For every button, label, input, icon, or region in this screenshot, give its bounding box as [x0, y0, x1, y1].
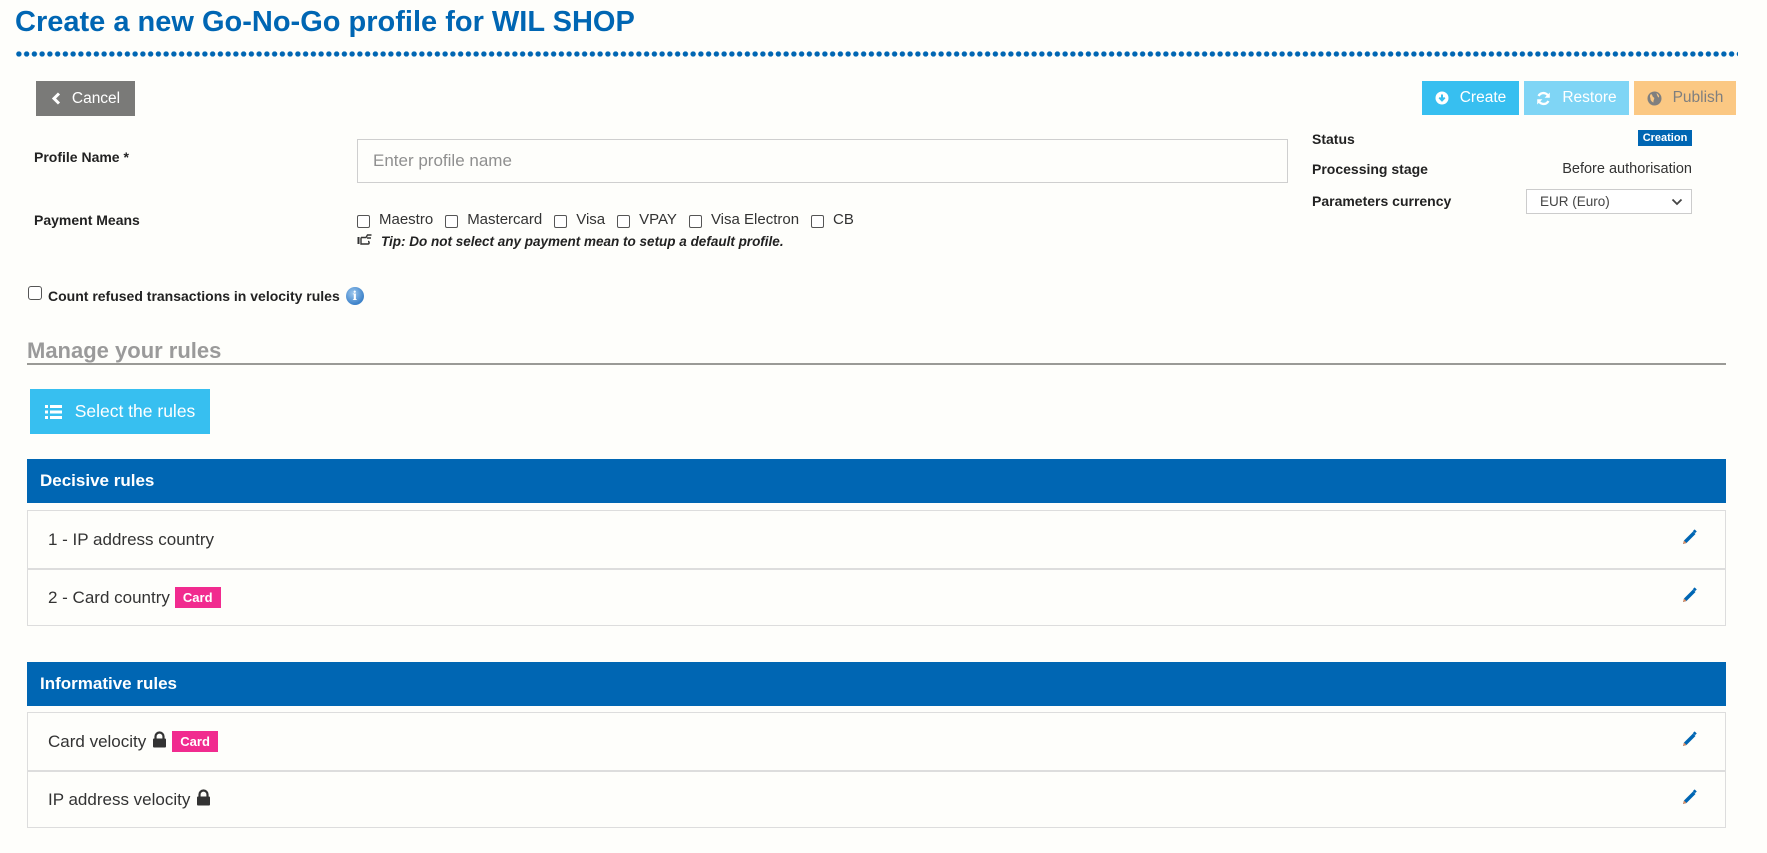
- count-refused-checkbox[interactable]: [28, 286, 42, 300]
- checkbox[interactable]: [357, 215, 370, 228]
- payment-mean-cb[interactable]: CB: [811, 211, 854, 228]
- select-rules-button[interactable]: Select the rules: [30, 389, 210, 434]
- rule-name: 1 - IP address country: [48, 529, 214, 549]
- hand-pointer-icon: [357, 234, 373, 249]
- payment-means-group: Maestro Mastercard Visa VPAY Visa Electr…: [357, 211, 866, 228]
- checkbox[interactable]: [445, 215, 459, 228]
- informative-rules-header: Informative rules: [27, 662, 1726, 706]
- count-refused-label: Count refused transactions in velocity r…: [48, 288, 340, 304]
- edit-pencil-icon[interactable]: [1681, 528, 1698, 551]
- restore-label: Restore: [1562, 89, 1617, 106]
- lock-icon: [152, 730, 167, 753]
- option-label: Visa Electron: [710, 211, 800, 228]
- lock-icon: [196, 788, 211, 811]
- payment-means-label: Payment Means: [34, 212, 140, 228]
- informative-rules-list: Card velocity Card IP address velocity: [27, 712, 1726, 828]
- payment-mean-visa-electron[interactable]: Visa Electron: [688, 211, 800, 228]
- tip-text: Tip: Do not select any payment mean to s…: [381, 234, 784, 249]
- chevron-down-icon: [1671, 194, 1683, 209]
- info-icon[interactable]: i: [345, 287, 364, 305]
- decisive-rules-list: 1 - IP address country 2 - Card country Ca…: [27, 510, 1726, 626]
- payment-mean-vpay[interactable]: VPAY: [617, 211, 677, 228]
- payment-mean-maestro[interactable]: Maestro: [357, 211, 433, 228]
- create-label: Create: [1459, 89, 1507, 106]
- manage-rules-heading: Manage your rules: [27, 338, 222, 363]
- edit-pencil-icon[interactable]: [1681, 730, 1698, 753]
- rule-row: IP address velocity: [28, 770, 1725, 827]
- rule-name: IP address velocity: [48, 789, 191, 809]
- profile-name-label: Profile Name *: [34, 149, 129, 165]
- option-label: CB: [833, 211, 854, 228]
- publish-label: Publish: [1672, 89, 1724, 106]
- refresh-icon: [1536, 91, 1551, 106]
- currency-label: Parameters currency: [1312, 193, 1452, 209]
- option-label: Visa: [576, 211, 606, 228]
- payment-tip: Tip: Do not select any payment mean to s…: [357, 234, 784, 249]
- card-tag: Card: [172, 731, 218, 752]
- globe-icon: [1647, 91, 1662, 106]
- cancel-button[interactable]: Cancel: [36, 81, 135, 116]
- restore-button[interactable]: Restore: [1524, 81, 1629, 115]
- currency-value: EUR (Euro): [1540, 194, 1610, 209]
- cancel-label: Cancel: [71, 89, 121, 107]
- option-label: Maestro: [379, 211, 434, 228]
- processing-stage-label: Processing stage: [1312, 161, 1428, 177]
- option-label: Mastercard: [467, 211, 543, 228]
- create-button[interactable]: Create: [1422, 81, 1519, 115]
- payment-mean-mastercard[interactable]: Mastercard: [445, 211, 542, 228]
- status-label: Status: [1312, 131, 1355, 147]
- edit-pencil-icon[interactable]: [1681, 788, 1698, 811]
- edit-pencil-icon[interactable]: [1681, 586, 1698, 609]
- rule-row: 1 - IP address country: [28, 511, 1725, 568]
- status-badge: Creation: [1638, 130, 1692, 146]
- checkbox[interactable]: [811, 215, 825, 228]
- circle-arrow-down-icon: [1435, 91, 1449, 105]
- processing-stage-value: Before authorisation: [1562, 161, 1692, 177]
- option-label: VPAY: [639, 211, 677, 228]
- card-tag: Card: [174, 587, 221, 608]
- payment-mean-visa[interactable]: Visa: [554, 211, 605, 228]
- decisive-rules-header: Decisive rules: [27, 459, 1726, 503]
- checkbox[interactable]: [617, 215, 631, 228]
- list-icon: [44, 404, 62, 420]
- profile-name-input[interactable]: [357, 139, 1288, 183]
- count-refused-row: Count refused transactions in velocity r…: [28, 286, 364, 305]
- currency-select[interactable]: EUR (Euro): [1526, 189, 1692, 214]
- select-rules-label: Select the rules: [74, 401, 196, 421]
- rule-row: Card velocity Card: [28, 713, 1725, 770]
- page-title: Create a new Go-No-Go profile for WIL SH…: [15, 6, 635, 38]
- manage-rules-divider: [27, 363, 1726, 365]
- title-divider: [15, 51, 1738, 57]
- rule-name: 2 - Card country: [48, 587, 170, 607]
- chevron-left-icon: [51, 92, 61, 105]
- rule-name: Card velocity: [48, 731, 147, 751]
- checkbox[interactable]: [688, 215, 702, 228]
- publish-button[interactable]: Publish: [1634, 81, 1736, 115]
- rule-row: 2 - Card country Card: [28, 568, 1725, 625]
- checkbox[interactable]: [554, 215, 568, 228]
